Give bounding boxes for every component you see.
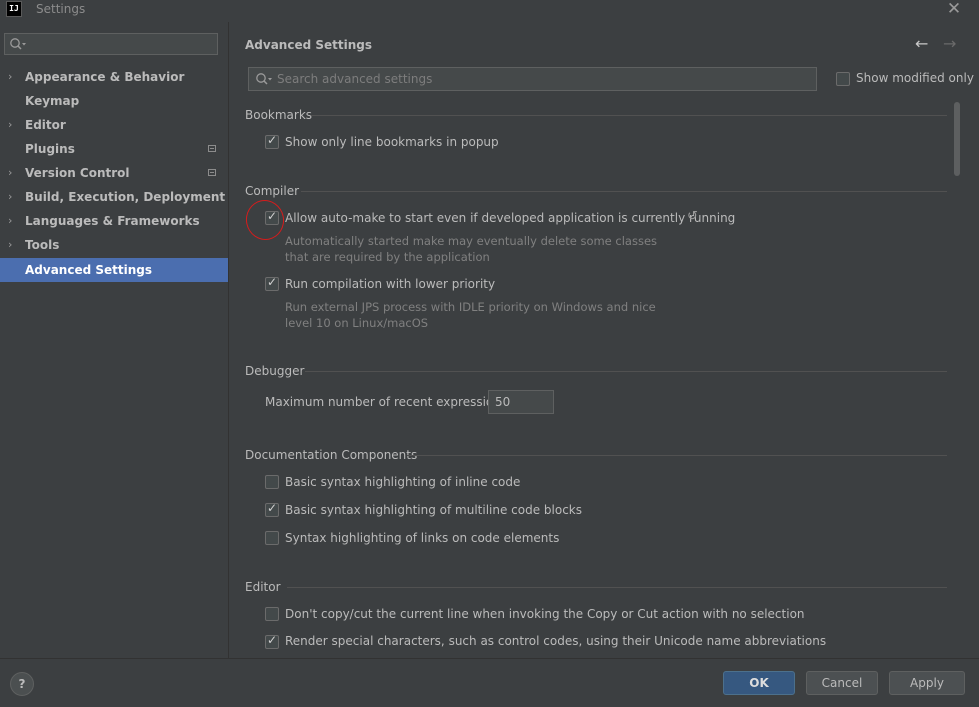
show-modified-label: Show modified only: [856, 71, 974, 85]
low-priority-checkbox[interactable]: [265, 275, 279, 291]
section-divider: [287, 587, 947, 588]
low-priority-label: Run compilation with lower priority: [285, 277, 496, 291]
reset-to-default-icon[interactable]: ↺: [687, 209, 698, 224]
section-title-bookmarks: Bookmarks: [245, 108, 313, 122]
window-title: Settings: [36, 2, 86, 16]
links-highlight-label: Syntax highlighting of links on code ele…: [285, 531, 560, 545]
inline-code-checkbox[interactable]: [265, 475, 279, 489]
advanced-search-input[interactable]: [277, 70, 797, 88]
page-title: Advanced Settings: [245, 38, 373, 52]
multiline-code-checkbox[interactable]: [265, 501, 279, 517]
sidebar-item-editor[interactable]: › Editor: [0, 113, 228, 137]
line-bookmarks-checkbox[interactable]: [265, 133, 279, 149]
dialog-footer: ? OK Cancel Apply: [0, 658, 979, 707]
max-expressions-label: Maximum number of recent expressions:: [265, 395, 512, 409]
sidebar-item-tools[interactable]: › Tools: [0, 233, 228, 257]
section-divider: [305, 371, 947, 372]
chevron-right-icon: ›: [8, 118, 13, 131]
project-settings-icon: [208, 145, 216, 152]
sidebar-item-label: Build, Execution, Deployment: [25, 190, 226, 204]
advanced-settings-panel: Advanced Settings ← → Show modified only…: [229, 22, 979, 658]
search-icon: [10, 38, 26, 50]
show-modified-checkbox[interactable]: [836, 72, 850, 86]
sidebar-item-advanced-settings[interactable]: Advanced Settings: [0, 258, 228, 282]
search-icon: [256, 73, 272, 85]
chevron-right-icon: ›: [8, 190, 13, 203]
ok-button[interactable]: OK: [723, 671, 795, 695]
title-bar: IJ Settings ✕: [0, 0, 979, 22]
sidebar-item-label: Plugins: [25, 142, 75, 156]
inline-code-label: Basic syntax highlighting of inline code: [285, 475, 521, 489]
section-title-debugger: Debugger: [245, 364, 305, 378]
sidebar-search-input[interactable]: [4, 33, 218, 55]
auto-make-label: Allow auto-make to start even if develop…: [285, 211, 736, 225]
auto-make-description: Automatically started make may eventuall…: [285, 234, 658, 264]
section-divider: [311, 115, 947, 116]
chevron-right-icon: ›: [8, 214, 13, 227]
sidebar-item-keymap[interactable]: Keymap: [0, 89, 228, 113]
sidebar-item-label: Advanced Settings: [25, 263, 153, 277]
cancel-button[interactable]: Cancel: [806, 671, 878, 695]
sidebar-item-label: Tools: [25, 238, 60, 252]
section-divider: [407, 455, 947, 456]
back-arrow-icon[interactable]: ←: [915, 34, 928, 53]
sidebar-item-label: Languages & Frameworks: [25, 214, 200, 228]
sidebar-item-build[interactable]: › Build, Execution, Deployment: [0, 185, 228, 209]
apply-button[interactable]: Apply: [889, 671, 965, 695]
sidebar-item-label: Version Control: [25, 166, 130, 180]
sidebar-item-version-control[interactable]: › Version Control: [0, 161, 228, 185]
help-button[interactable]: ?: [10, 672, 34, 696]
line-bookmarks-label: Show only line bookmarks in popup: [285, 135, 499, 149]
section-divider: [301, 191, 947, 192]
forward-arrow-icon[interactable]: →: [943, 34, 956, 53]
low-priority-description: Run external JPS process with IDLE prior…: [285, 300, 656, 330]
project-settings-icon: [208, 169, 216, 176]
chevron-right-icon: ›: [8, 70, 13, 83]
red-annotation-circle: [242, 196, 288, 244]
no-copy-line-label: Don't copy/cut the current line when inv…: [285, 607, 805, 621]
sidebar-item-label: Appearance & Behavior: [25, 70, 185, 84]
sidebar-item-label: Keymap: [25, 94, 80, 108]
chevron-right-icon: ›: [8, 238, 13, 251]
section-title-compiler: Compiler: [245, 184, 300, 198]
sidebar-item-appearance[interactable]: › Appearance & Behavior: [0, 65, 228, 89]
sidebar-item-label: Editor: [25, 118, 66, 132]
chevron-right-icon: ›: [8, 166, 13, 179]
vertical-scrollbar-thumb[interactable]: [954, 102, 960, 176]
intellij-app-icon: IJ: [6, 1, 22, 17]
links-highlight-checkbox[interactable]: [265, 531, 279, 545]
max-expressions-input[interactable]: [488, 390, 554, 414]
special-chars-label: Render special characters, such as contr…: [285, 634, 827, 648]
no-copy-line-checkbox[interactable]: [265, 607, 279, 621]
sidebar-item-plugins[interactable]: Plugins: [0, 137, 228, 161]
special-chars-checkbox[interactable]: [265, 633, 279, 649]
section-title-editor: Editor: [245, 580, 281, 594]
sidebar-item-languages[interactable]: › Languages & Frameworks: [0, 209, 228, 233]
section-title-documentation: Documentation Components: [245, 448, 418, 462]
multiline-code-label: Basic syntax highlighting of multiline c…: [285, 503, 583, 517]
close-icon[interactable]: ✕: [944, 0, 964, 20]
advanced-search-field[interactable]: [248, 67, 817, 91]
settings-sidebar: › Appearance & Behavior Keymap › Editor …: [0, 22, 229, 658]
